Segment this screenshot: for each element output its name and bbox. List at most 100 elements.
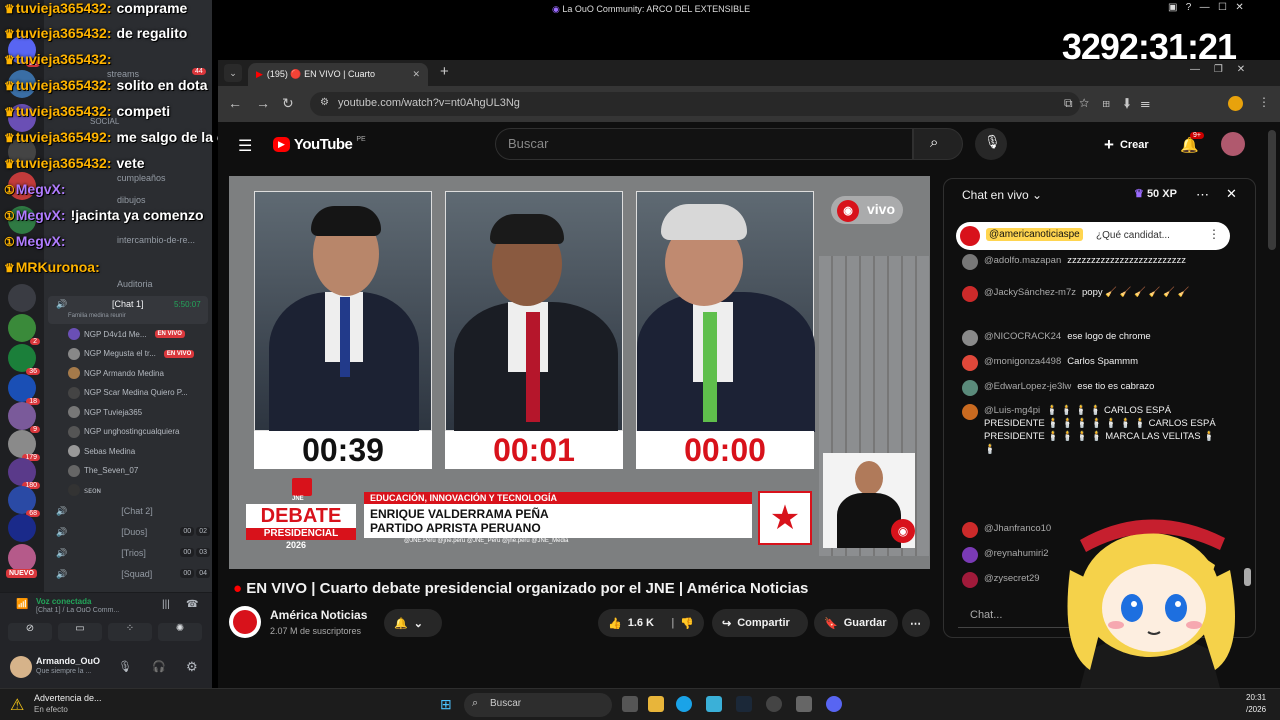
server-icon[interactable]: 68 (8, 486, 40, 517)
youtube-logo[interactable]: ▶ YouTube PE (273, 136, 366, 153)
page-scrollbar[interactable] (1268, 130, 1276, 250)
server-icon[interactable]: 179 (8, 430, 40, 461)
menu-icon[interactable]: ⋮ (1258, 95, 1270, 109)
gear-icon[interactable]: ⚙ (186, 659, 198, 675)
tab-search-icon[interactable]: ⌄ (224, 64, 242, 82)
subscribe-bell-button[interactable]: 🔔 ⌄ (384, 609, 442, 637)
chat-mode-selector[interactable]: Chat en vivo ⌄ (962, 188, 1042, 202)
chat-message[interactable]: @Luis-mg4pi 🕯️ 🕯️ 🕯️ 🕯️ CARLOS ESPÁ PRESI… (962, 404, 1222, 456)
back-icon[interactable]: ← (228, 95, 242, 111)
tab-youtube[interactable]: ▶ (195) 🔴 EN VIVO | Cuarto ✕ (248, 63, 428, 86)
hamburger-icon[interactable]: ☰ (238, 136, 252, 156)
create-button[interactable]: + Crear (1104, 134, 1149, 156)
avatar (962, 380, 978, 396)
channel-cumpleanos[interactable]: cumpleaños (117, 173, 166, 183)
server-icon[interactable]: 2 (8, 314, 40, 345)
server-icon[interactable]: 180 (8, 458, 40, 489)
channel-intercambio[interactable]: intercambio-de-re... (117, 235, 195, 245)
search-input[interactable]: Buscar (495, 128, 913, 160)
signal-icon[interactable]: 📶 (16, 599, 28, 610)
xp-badge[interactable]: ♛ 50 XP (1134, 187, 1177, 200)
pinned-message[interactable]: @americanoticiaspe ¿Qué candidat... ⋮ (956, 222, 1230, 250)
share-button[interactable]: ↪ Compartir (712, 609, 808, 637)
warning-title[interactable]: Advertencia de... (34, 693, 102, 703)
overlay-chat-user: MRKuronoa: (15, 259, 100, 275)
channel-avatar[interactable] (229, 606, 261, 638)
voice-user[interactable]: NGP D4v1d Me... EN VIVO (68, 328, 185, 340)
url-field[interactable]: ⚙ youtube.com/watch?v=nt0AhgUL3Ng (310, 92, 1080, 116)
activities-icon[interactable]: ⁘ (108, 623, 152, 641)
screen-share-icon[interactable]: ▭ (58, 623, 102, 641)
chat-message[interactable]: @NICOCRACK24 ese logo de chrome (962, 330, 1222, 346)
voice-search-button[interactable]: 🎙 (975, 128, 1007, 160)
titlebar-controls[interactable]: ▣ ? — ☐ ✕ (1168, 2, 1244, 13)
voice-channel[interactable]: 🔊 [Duos] 00 02 (56, 527, 210, 538)
taskbar-search[interactable]: ⌕ Buscar (464, 693, 612, 717)
soundboard-icon[interactable]: ✺ (158, 623, 202, 641)
task-view-icon[interactable] (622, 696, 638, 712)
avatar (68, 406, 80, 418)
app-icon[interactable] (766, 696, 782, 712)
chat-message[interactable]: @JackySánchez-m7z popy 🧹 🧹 🧹 🧹 🧹 🧹 (962, 286, 1222, 302)
thumbs-down-icon[interactable]: 👎 (680, 617, 694, 630)
file-explorer-icon[interactable] (648, 696, 664, 712)
tab-close-icon[interactable]: ✕ (412, 69, 420, 80)
voice-user[interactable]: NGP Armando Medina (68, 367, 164, 379)
profile-icon[interactable] (1228, 96, 1243, 111)
avatar[interactable] (10, 656, 32, 678)
voice-channel[interactable]: 🔊 [Squad] 00 04 (56, 569, 210, 580)
voice-channel[interactable]: 🔊 [Chat 2] (56, 506, 206, 517)
chat-message[interactable]: @adolfo.mazapan zzzzzzzzzzzzzzzzzzzzzzzzz (962, 254, 1222, 270)
play-logo-icon: ▶ (273, 137, 290, 152)
mic-icon[interactable]: 🎙 (118, 660, 132, 673)
server-icon[interactable] (8, 514, 36, 542)
window-controls[interactable]: — ❐ ✕ (1190, 64, 1245, 75)
close-icon[interactable]: ✕ (1226, 186, 1237, 202)
windows-start-icon[interactable]: ⊞ (440, 696, 452, 713)
forward-icon[interactable]: → (256, 95, 270, 111)
chat-message[interactable]: @monigonza4498 Carlos Spammm (962, 355, 1222, 371)
disconnect-icon[interactable]: ☎ (186, 599, 198, 610)
reload-icon[interactable]: ↻ (282, 95, 294, 112)
voice-user[interactable]: ꜱᴇᴏɴ (68, 484, 101, 496)
camera-off-icon[interactable]: ⊘ (8, 623, 52, 641)
server-icon[interactable]: 36 (8, 344, 40, 375)
voice-user[interactable]: NGP unghostingcualquiera (68, 425, 179, 438)
voice-channel-active[interactable]: 🔊 [Chat 1] 5:50:07 Familia medina reunir (48, 296, 208, 324)
save-button[interactable]: 🔖 Guardar (814, 609, 898, 637)
gear-icon[interactable] (796, 696, 812, 712)
voice-user[interactable]: Sebas Medina (68, 445, 135, 457)
more-actions-button[interactable]: ⋯ (902, 609, 930, 637)
browser-toolbar-icons[interactable]: ⧉ ☆ ⊞ ⬇ ☰ (1064, 96, 1150, 111)
channel-auditoria[interactable]: Auditoria (117, 279, 153, 289)
app-icon[interactable] (706, 696, 722, 712)
headphones-icon[interactable]: 🎧 (152, 660, 166, 673)
voice-user[interactable]: NGP Scar Medina Quiero P... (68, 386, 188, 399)
voice-user[interactable]: NGP Tuvieja365 (68, 406, 142, 418)
voice-user[interactable]: The_Seven_07 (68, 464, 138, 477)
discord-icon[interactable] (826, 696, 842, 712)
account-avatar[interactable] (1221, 132, 1245, 156)
waveform-icon[interactable]: ||| (162, 599, 170, 610)
server-icon[interactable] (8, 284, 36, 312)
new-tab-button[interactable]: + (440, 63, 449, 80)
server-icon[interactable]: 9 (8, 402, 40, 433)
voice-channel-link[interactable]: [Chat 1] / La OuO Comm... (36, 607, 119, 614)
site-info-icon[interactable]: ⚙ (320, 97, 329, 108)
server-icon[interactable]: 18 (8, 374, 40, 405)
channel-dibujos[interactable]: dibujos (117, 195, 146, 205)
more-icon[interactable]: ⋮ (1208, 227, 1220, 241)
edge-icon[interactable] (676, 696, 692, 712)
pinned-author: @americanoticiaspe (986, 228, 1083, 241)
channel-name[interactable]: América Noticias (270, 608, 367, 622)
chat-menu-icon[interactable]: ⋯ (1196, 187, 1209, 203)
chat-message[interactable]: @EdwarLopez-je3lw ese tio es cabrazo (962, 380, 1222, 396)
steam-icon[interactable] (736, 696, 752, 712)
candidate-nameplate: ENRIQUE VALDERRAMA PEÑA PARTIDO APRISTA … (364, 504, 752, 538)
server-icon[interactable] (8, 544, 36, 572)
notifications-button[interactable]: 🔔 9+ (1180, 132, 1204, 154)
voice-channel[interactable]: 🔊 [Trios] 00 03 (56, 548, 210, 559)
voice-user[interactable]: NGP Megusta el tr... EN VIVO (68, 347, 195, 360)
like-button[interactable]: 👍 1.6 K | 👎 (598, 609, 704, 637)
search-button[interactable]: ⌕ (913, 128, 963, 160)
